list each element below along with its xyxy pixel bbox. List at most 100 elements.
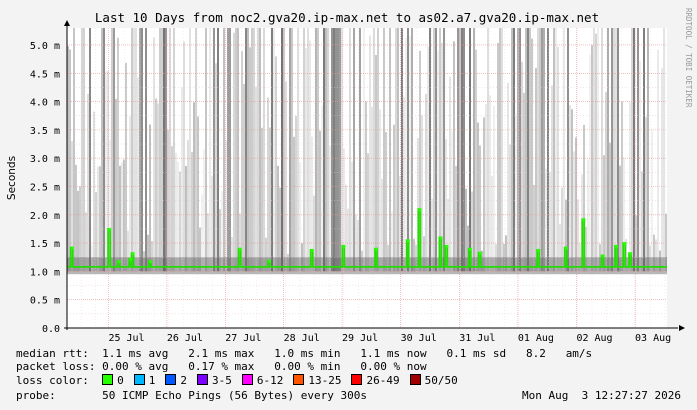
median-rtt-values: 1.1 ms avg 2.1 ms max 1.0 ms min 1.1 ms … [102,347,593,360]
x-axis-arrow [679,325,685,331]
smoke-streak [217,28,219,272]
smoke-streak [169,28,171,272]
smoke-streak [421,114,423,272]
smoke-streak [633,28,635,272]
smoke-streak [513,28,515,272]
smoke-streak [389,28,391,272]
smoke-streak [137,77,139,272]
smoke-streak [403,96,405,272]
smoke-streak [439,28,441,272]
loss-color-row: loss color: 0 1 2 3-5 6-12 13-25 26-49 50/50 [16,374,468,387]
smoke-streak [163,28,165,272]
smoke-streak [213,28,215,272]
smoke-streak [405,37,407,272]
smoke-streak [569,105,571,272]
median-spike-point [238,247,242,251]
median-spike-point [129,257,133,261]
x-tick-label: 27 Jul [225,333,261,344]
loss-color-swatch [409,374,421,385]
smoke-streak [129,116,131,272]
smoke-streak [327,28,329,272]
loss-legend-item: 0 [102,374,124,387]
smoke-streak [215,63,217,272]
smoke-streak [155,98,157,272]
smoke-streak [101,28,103,272]
y-tick-label: 0.5 m [30,296,60,307]
smoke-streak [185,166,187,272]
smoke-streak [631,28,633,272]
loss-color-swatch [241,374,253,385]
smoke-streak [607,28,609,272]
smoke-streak [543,28,545,272]
y-tick-label: 1.0 m [30,267,60,278]
smoke-streak [369,35,371,272]
smoke-streak [499,28,501,272]
smoke-streak [229,28,231,272]
smoke-streak [367,153,369,272]
smoke-streak [619,165,621,272]
smoke-streak [261,127,263,272]
smoke-streak [555,28,557,272]
smoke-streak [141,28,143,272]
probe-value: 50 ICMP Echo Pings (56 Bytes) every 300s [102,389,368,402]
median-spike-point [537,248,541,252]
loss-legend-item: 26-49 [351,374,400,387]
smoke-streak [477,122,479,272]
smoke-streak [537,28,539,272]
smoke-streak [483,117,485,272]
y-tick-label: 3.5 m [30,126,60,137]
smoke-streak [145,28,147,272]
smoke-streak [449,76,451,272]
smoke-streak [257,28,259,272]
smoke-streak [253,28,255,272]
smoke-streak [259,28,261,272]
smoke-streak [351,161,353,272]
smoke-streak [227,28,229,272]
smoke-streak [119,165,121,272]
smokeping-graph: Last 10 Days from noc2.gva20.ip-max.net … [0,0,697,410]
smoke-streak [515,114,517,272]
smoke-streak [461,28,463,272]
smoke-streak [297,28,299,272]
smoke-streak [393,124,395,272]
smoke-streak [563,28,565,272]
smoke-streak [529,28,531,272]
y-tick-label: 4.5 m [30,69,60,80]
smoke-streak [149,124,151,272]
x-tick-label: 31 Jul [459,333,495,344]
median-spike-point [601,254,605,258]
median-spike-point [267,259,271,263]
smoke-streak [73,28,75,272]
smoke-streak [263,28,265,272]
smoke-streak [443,28,445,272]
smoke-streak [307,28,309,272]
smoke-streak [451,131,453,272]
smoke-streak [83,28,85,272]
loss-color-label-text: 13-25 [308,374,342,387]
median-spike-point [629,252,633,256]
timestamp: Mon Aug 3 12:27:27 2026 [522,389,681,402]
smoke-streak [557,46,559,272]
smoke-streak [491,175,493,272]
smoke-streak [525,28,527,272]
smoke-streak [323,28,325,272]
x-tick-label: 29 Jul [342,333,378,344]
y-tick-label: 2.0 m [30,211,60,222]
median-spike-point [439,236,443,240]
smoke-streak [429,28,431,272]
probe-row: probe: 50 ICMP Echo Pings (56 Bytes) eve… [16,389,367,402]
smoke-streak [519,28,521,272]
median-spike-point [149,260,153,264]
smoke-streak [647,28,649,272]
smoke-streak [427,46,429,272]
probe-label: probe: [16,389,56,402]
smoke-streak [235,28,237,272]
smoke-streak [267,97,269,272]
smoke-streak [617,28,619,272]
smoke-streak [309,40,311,272]
smoke-streak [645,117,647,272]
median-spike-point [468,247,472,251]
smoke-streak [493,105,495,272]
smoke-streak [613,28,615,272]
smoke-streak [135,28,137,272]
